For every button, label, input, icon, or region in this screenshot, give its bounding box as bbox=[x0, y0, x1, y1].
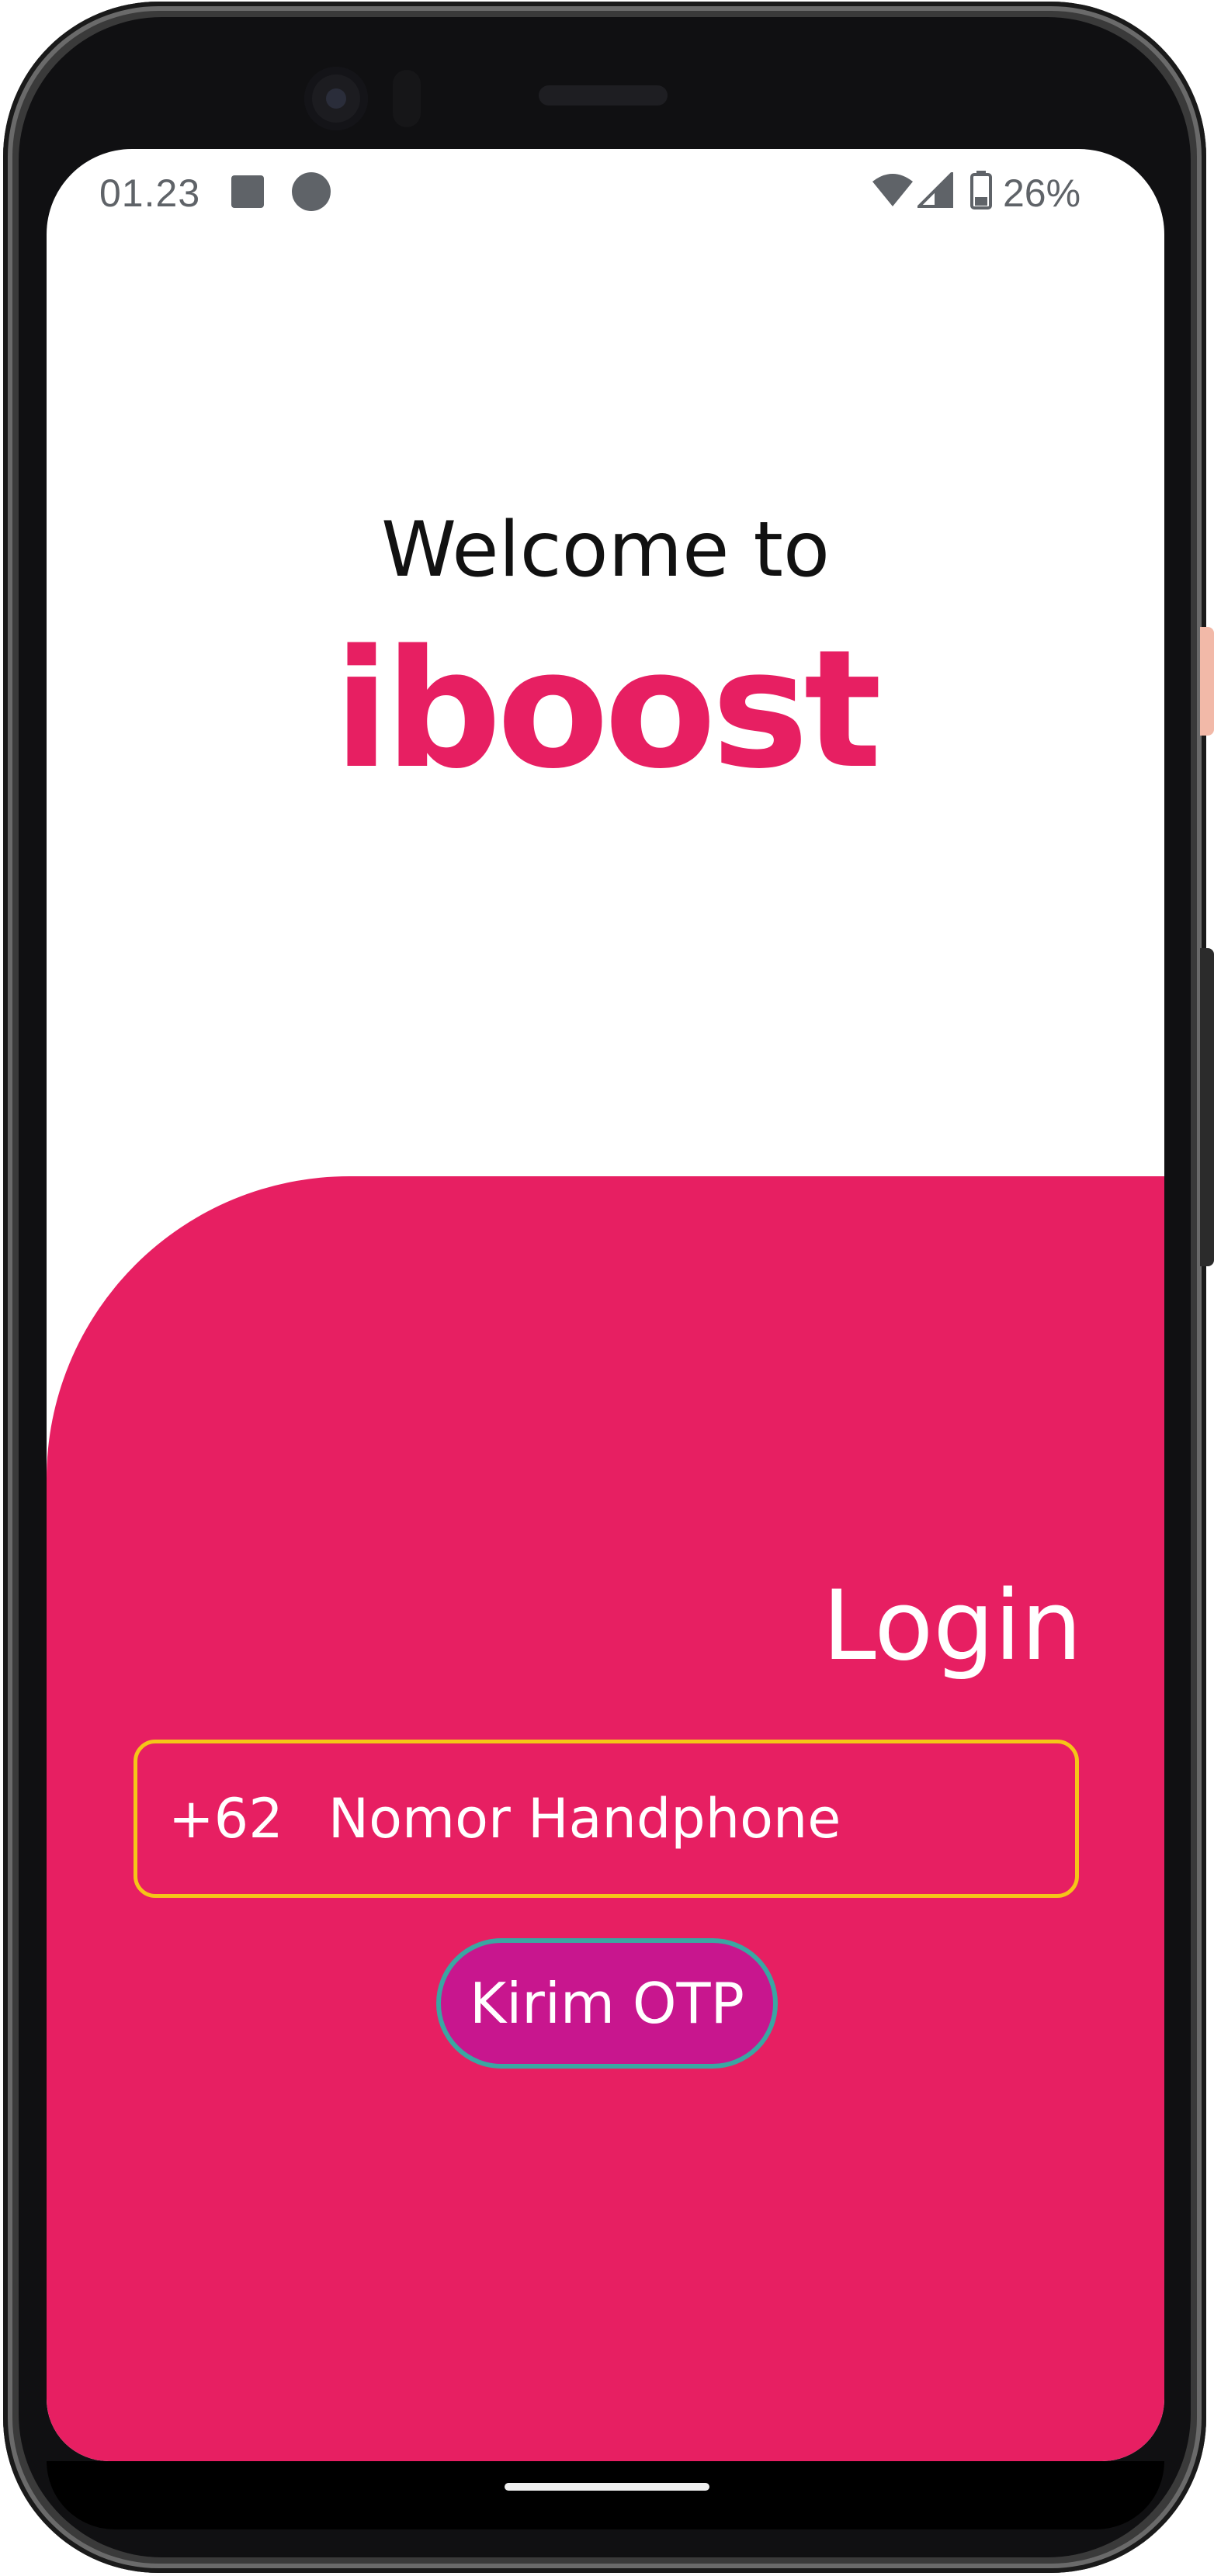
proximity-sensor bbox=[393, 70, 421, 127]
front-camera-icon bbox=[304, 67, 368, 130]
power-button bbox=[1200, 627, 1214, 736]
earpiece-speaker bbox=[539, 85, 668, 106]
navigation-bar bbox=[47, 2461, 1164, 2529]
notification-circle-icon bbox=[292, 172, 331, 211]
welcome-heading: Welcome to bbox=[381, 506, 830, 594]
volume-button bbox=[1200, 948, 1214, 1266]
cellular-signal-icon bbox=[917, 172, 953, 208]
login-panel: Login +62 Kirim OTP bbox=[47, 1176, 1164, 2461]
send-otp-button[interactable]: Kirim OTP bbox=[436, 1938, 778, 2069]
home-gesture-handle[interactable] bbox=[505, 2483, 709, 2491]
battery-percentage: 26% bbox=[1003, 171, 1081, 215]
status-time: 01.23 bbox=[99, 171, 201, 215]
phone-frame: 01.23 26% Welcome to iboost Login +62 No… bbox=[0, 0, 1214, 2576]
notification-square-icon bbox=[231, 175, 264, 208]
battery-icon bbox=[970, 171, 992, 209]
brand-logo: iboost bbox=[333, 615, 882, 805]
login-title: Login bbox=[822, 1570, 1082, 1682]
phone-number-field[interactable]: +62 bbox=[134, 1740, 1079, 1898]
app-screen: 01.23 26% Welcome to iboost Login +62 No… bbox=[47, 149, 1164, 2461]
status-bar: 01.23 26% bbox=[47, 149, 1164, 234]
phone-number-input[interactable] bbox=[326, 1772, 1025, 1865]
country-code-prefix: +62 bbox=[168, 1787, 283, 1851]
wifi-icon bbox=[872, 174, 913, 206]
